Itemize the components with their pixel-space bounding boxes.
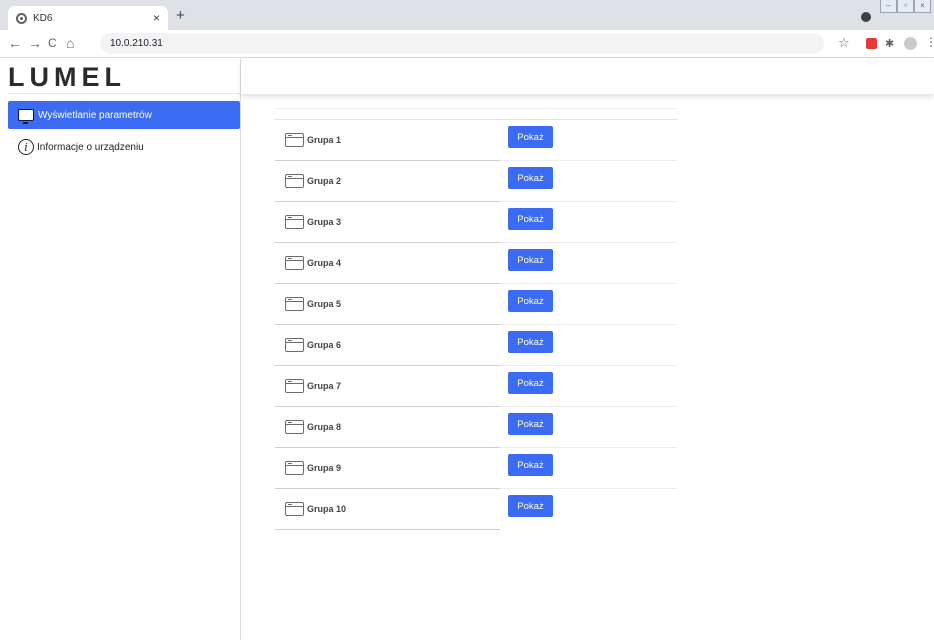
nav-item-label: Informacje o urządzeniu (37, 141, 144, 153)
group-label: Grupa 2 (307, 176, 342, 186)
window-controls: – ▫ × (880, 0, 931, 13)
info-icon: i (18, 139, 34, 155)
group-label: Grupa 6 (307, 340, 342, 350)
extensions-puzzle-icon[interactable]: ✱ (885, 37, 894, 50)
group-cell: Grupa 8 (275, 407, 500, 448)
extension-icon[interactable] (861, 12, 871, 22)
forward-button[interactable]: → (28, 35, 42, 51)
group-row: Grupa 3 Pokaż (275, 202, 677, 243)
lumel-logo: LUMEL (8, 62, 126, 92)
window-icon (285, 461, 304, 475)
close-tab-icon[interactable]: × (153, 11, 160, 25)
group-cell: Grupa 6 (275, 325, 500, 366)
window-icon (285, 174, 304, 188)
window-icon (285, 502, 304, 516)
group-cell: Grupa 2 (275, 161, 500, 202)
group-row: Grupa 9 Pokaż (275, 448, 677, 489)
group-cell: Grupa 9 (275, 448, 500, 489)
group-label: Grupa 4 (307, 258, 342, 268)
browser-toolbar: ← → C ⌂ 10.0.210.31 ☆ ✱ ⋮ (0, 30, 934, 58)
globe-icon (16, 12, 27, 24)
table-header (275, 108, 677, 120)
home-button[interactable]: ⌂ (66, 35, 74, 51)
group-row: Grupa 7 Pokaż (275, 366, 677, 407)
group-label: Grupa 10 (307, 504, 347, 514)
divider (8, 93, 240, 94)
window-icon (285, 133, 304, 147)
group-row: Grupa 5 Pokaż (275, 284, 677, 325)
show-button[interactable]: Pokaż (508, 126, 553, 148)
close-window-button[interactable]: × (914, 0, 931, 13)
profile-avatar-icon[interactable] (904, 37, 917, 50)
show-button[interactable]: Pokaż (508, 249, 553, 271)
window-icon (285, 379, 304, 393)
tab-title: KD6 (33, 12, 53, 24)
show-button[interactable]: Pokaż (508, 495, 553, 517)
show-button[interactable]: Pokaż (508, 454, 553, 476)
nav-item-device-info[interactable]: i Informacje o urządzeniu (8, 133, 240, 161)
show-button[interactable]: Pokaż (508, 290, 553, 312)
minimize-button[interactable]: – (880, 0, 897, 13)
group-label: Grupa 5 (307, 299, 342, 309)
group-row: Grupa 6 Pokaż (275, 325, 677, 366)
group-label: Grupa 3 (307, 217, 342, 227)
monitor-icon (18, 109, 34, 124)
window-icon (285, 215, 304, 229)
group-row: Grupa 8 Pokaż (275, 407, 677, 448)
nav-item-label: Wyświetlanie parametrów (38, 109, 152, 121)
browser-tab[interactable]: KD6 × (8, 6, 168, 30)
reload-button[interactable]: C (48, 36, 57, 50)
window-icon (285, 297, 304, 311)
top-header (241, 58, 934, 94)
group-row: Grupa 10 Pokaż (275, 489, 677, 530)
show-button[interactable]: Pokaż (508, 413, 553, 435)
group-cell: Grupa 4 (275, 243, 500, 284)
group-cell: Grupa 10 (275, 489, 500, 530)
group-row: Grupa 4 Pokaż (275, 243, 677, 284)
group-row: Grupa 2 Pokaż (275, 161, 677, 202)
group-cell: Grupa 7 (275, 366, 500, 407)
group-label: Grupa 8 (307, 422, 342, 432)
group-label: Grupa 7 (307, 381, 342, 391)
bookmark-star-icon[interactable]: ☆ (838, 35, 850, 51)
group-label: Grupa 1 (307, 135, 342, 145)
pdf-extension-icon[interactable] (866, 38, 877, 49)
browser-tab-strip: KD6 × + – ▫ × (0, 0, 934, 30)
window-icon (285, 256, 304, 270)
group-row: Grupa 1 Pokaż (275, 120, 677, 161)
show-button[interactable]: Pokaż (508, 208, 553, 230)
window-icon (285, 420, 304, 434)
browser-menu-icon[interactable]: ⋮ (925, 35, 934, 49)
maximize-button[interactable]: ▫ (897, 0, 914, 13)
show-button[interactable]: Pokaż (508, 372, 553, 394)
window-icon (285, 338, 304, 352)
new-tab-button[interactable]: + (176, 7, 185, 24)
address-bar[interactable]: 10.0.210.31 (100, 33, 824, 54)
group-cell: Grupa 3 (275, 202, 500, 243)
group-label: Grupa 9 (307, 463, 342, 473)
show-button[interactable]: Pokaż (508, 167, 553, 189)
back-button[interactable]: ← (8, 35, 22, 51)
sidebar: LUMEL Wyświetlanie parametrów i Informac… (0, 58, 241, 640)
group-cell: Grupa 1 (275, 120, 500, 161)
show-button[interactable]: Pokaż (508, 331, 553, 353)
nav-item-parameters[interactable]: Wyświetlanie parametrów (8, 101, 240, 129)
group-cell: Grupa 5 (275, 284, 500, 325)
